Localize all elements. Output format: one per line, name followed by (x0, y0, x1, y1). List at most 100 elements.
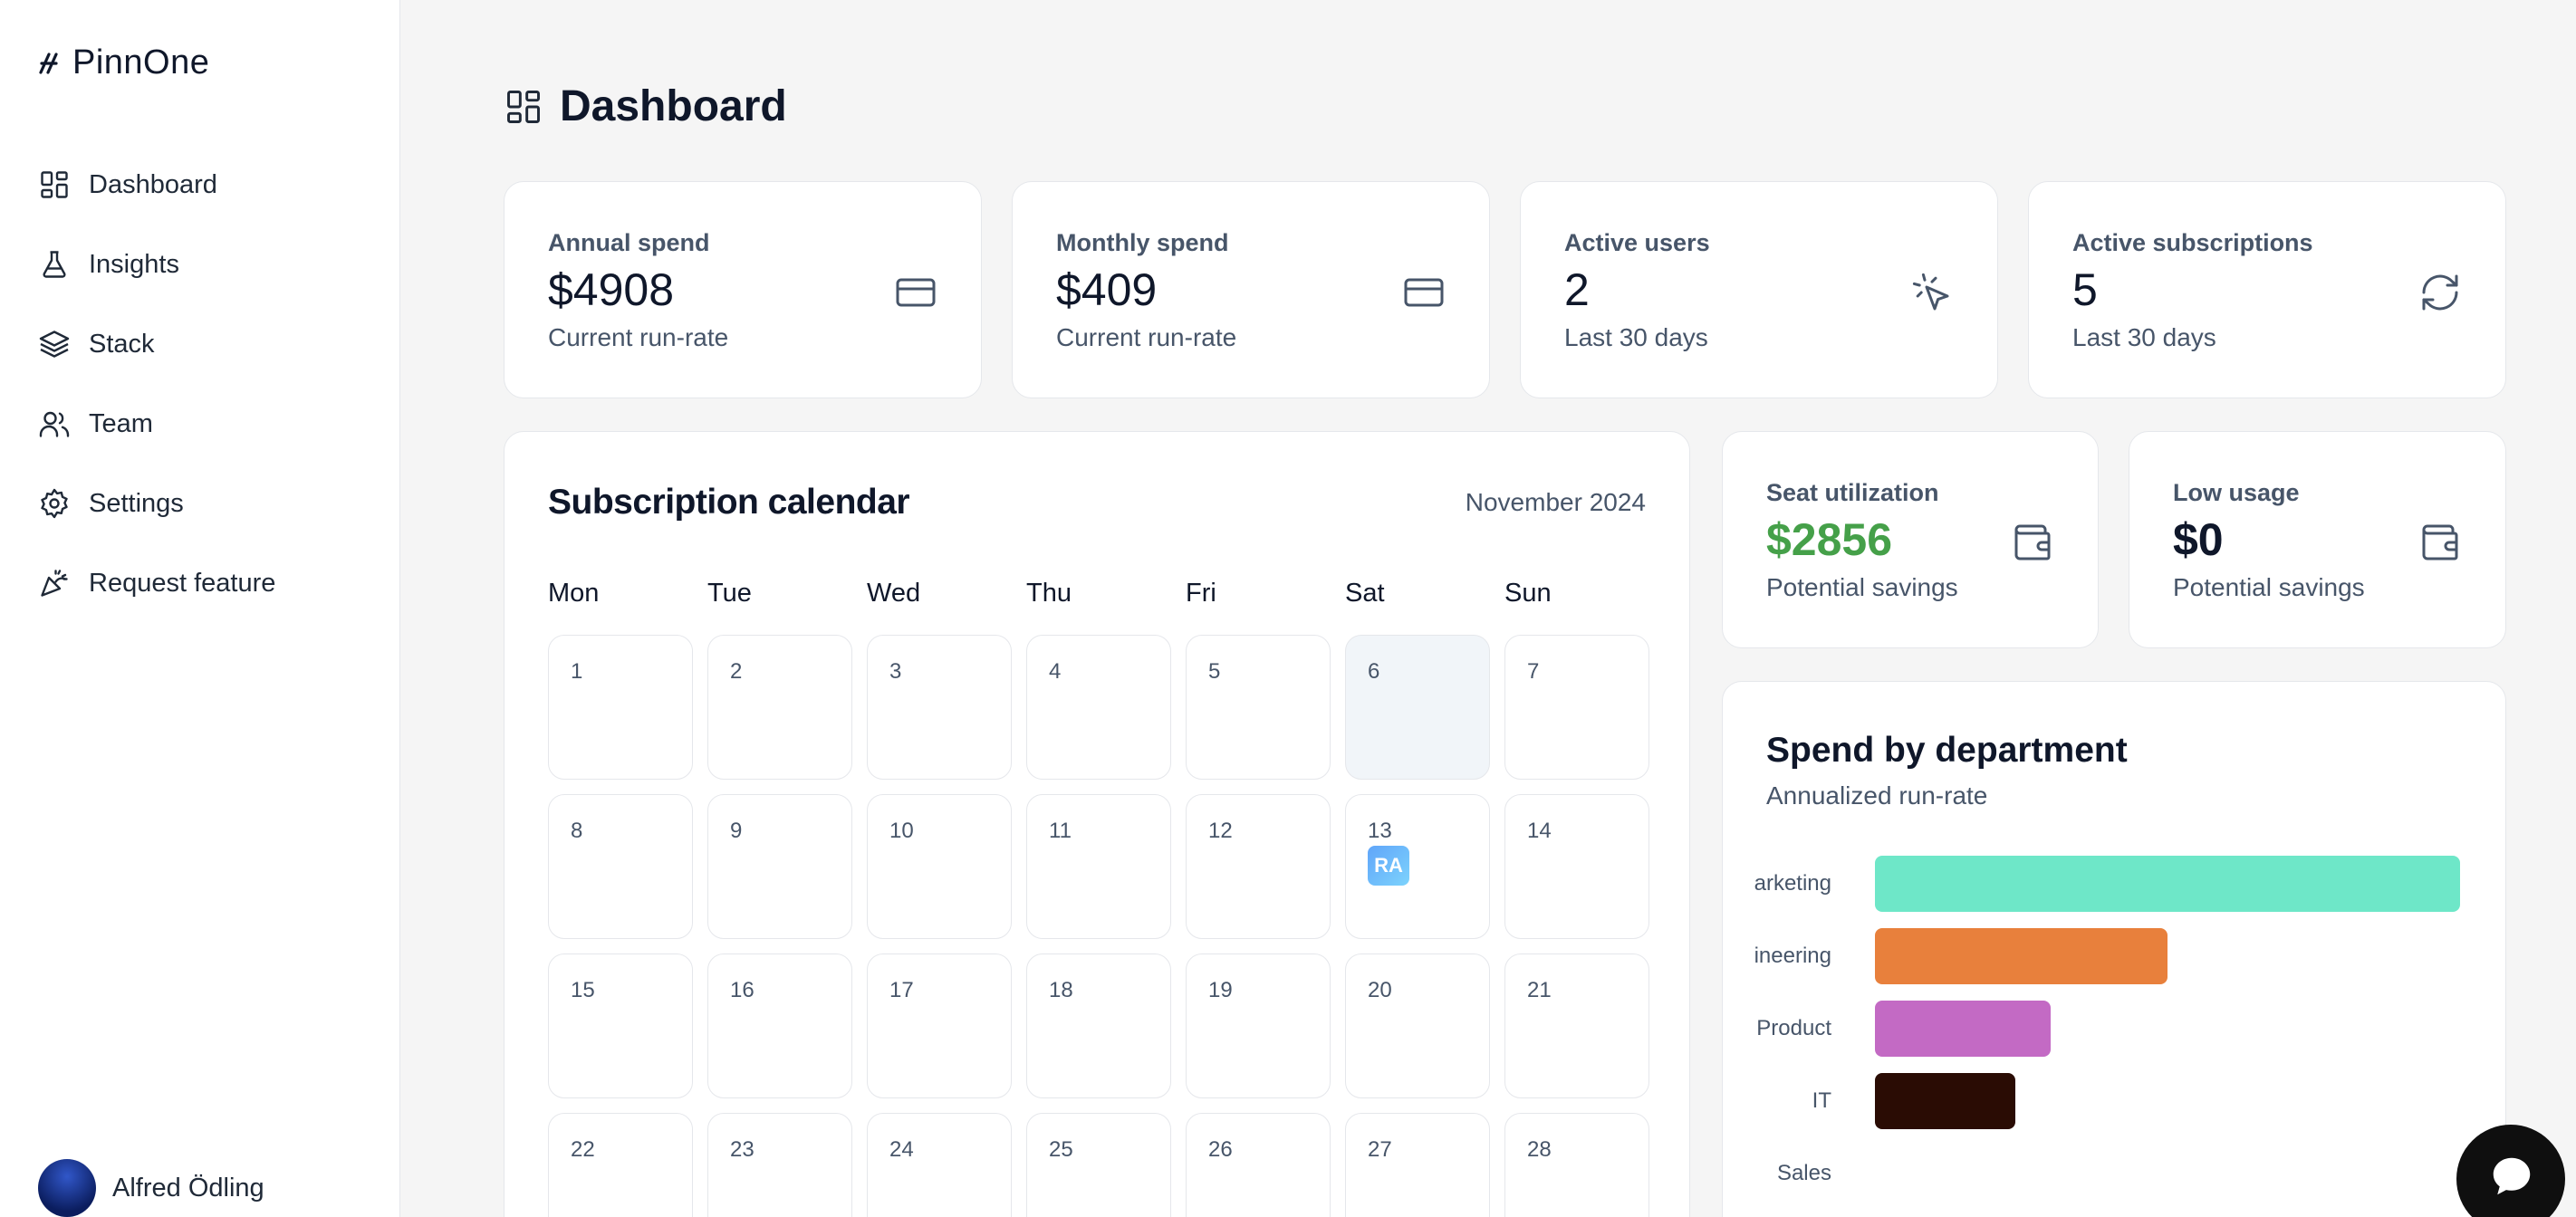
sidebar-item-settings[interactable]: Settings (38, 464, 275, 543)
sidebar-item-stack[interactable]: Stack (38, 304, 275, 384)
calendar-day[interactable]: 1 (548, 635, 693, 780)
sidebar-item-label: Insights (89, 249, 179, 279)
calendar-day[interactable]: 14 (1504, 794, 1649, 939)
sidebar-item-label: Request feature (89, 568, 276, 598)
calendar-day[interactable]: 21 (1504, 953, 1649, 1098)
gear-icon (41, 488, 68, 519)
calendar-day[interactable]: 28 (1504, 1113, 1649, 1217)
credit-card-icon (896, 278, 936, 307)
calendar-day[interactable]: 24 (867, 1113, 1012, 1217)
calendar-day[interactable]: 11 (1026, 794, 1171, 939)
user-profile[interactable]: Alfred Ödling (38, 1159, 264, 1217)
bar-label: Sales (1776, 1161, 1831, 1185)
calendar-day-number: 16 (730, 978, 755, 1002)
calendar-day[interactable]: 13 RA (1345, 794, 1490, 939)
brand-logo[interactable]: PinnOne (38, 43, 209, 82)
calendar-day-number: 12 (1208, 819, 1233, 843)
calendar-day[interactable]: 12 (1186, 794, 1331, 939)
calendar-month: November 2024 (1465, 488, 1646, 516)
calendar-day[interactable]: 8 (548, 794, 693, 939)
chart-subtitle: Annualized run-rate (1766, 781, 1988, 810)
calendar-day[interactable]: 19 (1186, 953, 1331, 1098)
calendar-day-number: 26 (1208, 1137, 1233, 1162)
savings-value: $0 (2173, 514, 2224, 565)
weekday-header: Tue (707, 579, 752, 608)
calendar-day[interactable]: 7 (1504, 635, 1649, 780)
calendar-day[interactable]: 26 (1186, 1113, 1331, 1217)
sidebar-item-label: Stack (89, 329, 155, 359)
calendar-day-number: 19 (1208, 978, 1233, 1002)
spend-by-department-card: Spend by department Annualized run-rate … (1722, 681, 2506, 1217)
layout-grid-icon (507, 90, 540, 123)
stat-value: 2 (1564, 264, 1590, 315)
sidebar-item-label: Settings (89, 488, 184, 518)
stat-card-monthly-spend: Monthly spend $409 Current run-rate (1012, 181, 1490, 398)
subscription-calendar: Subscription calendar November 2024 Mon T… (504, 431, 1690, 1217)
sidebar-item-team[interactable]: Team (38, 384, 275, 464)
calendar-day[interactable]: 9 (707, 794, 852, 939)
sidebar-item-dashboard[interactable]: Dashboard (38, 145, 275, 225)
calendar-day[interactable]: 10 (867, 794, 1012, 939)
calendar-day-number: 4 (1049, 659, 1062, 684)
calendar-day-number: 10 (889, 819, 914, 843)
calendar-day-number: 25 (1049, 1137, 1073, 1162)
calendar-day[interactable]: 3 (867, 635, 1012, 780)
calendar-day-number: 21 (1527, 978, 1552, 1002)
stat-label: Active users (1564, 229, 1710, 256)
credit-card-icon (1404, 278, 1444, 307)
sidebar-item-request-feature[interactable]: Request feature (38, 543, 275, 623)
savings-card-low-usage: Low usage $0 Potential savings (2129, 431, 2506, 648)
sidebar-nav: Dashboard Insights Stack Team Settings R… (38, 145, 275, 623)
refresh-icon (2422, 274, 2458, 311)
bar-marketing[interactable] (1875, 856, 2460, 912)
wallet-icon (2014, 524, 2051, 561)
calendar-day-number: 28 (1527, 1137, 1552, 1162)
bar-product[interactable] (1875, 1001, 2051, 1057)
party-popper-icon (41, 570, 68, 597)
sidebar-item-insights[interactable]: Insights (38, 225, 275, 304)
calendar-day[interactable]: 6 (1345, 635, 1490, 780)
calendar-day[interactable]: 5 (1186, 635, 1331, 780)
calendar-day[interactable]: 25 (1026, 1113, 1171, 1217)
calendar-day[interactable]: 2 (707, 635, 852, 780)
pinnone-logo-icon (39, 52, 58, 74)
calendar-day-number: 1 (571, 659, 583, 684)
calendar-day[interactable]: 23 (707, 1113, 852, 1217)
calendar-day-number: 23 (730, 1137, 755, 1162)
pointer-click-icon (1912, 273, 1949, 311)
calendar-day[interactable]: 27 (1345, 1113, 1490, 1217)
bar-label: arketing (1754, 871, 1831, 896)
calendar-day-number: 20 (1368, 978, 1392, 1002)
sidebar: PinnOne Dashboard Insights Stack Team Se… (0, 0, 400, 1217)
stat-subtitle: Current run-rate (548, 323, 729, 351)
stat-subtitle: Current run-rate (1056, 323, 1237, 351)
savings-label: Low usage (2173, 479, 2300, 506)
bar-engineering[interactable] (1875, 928, 2167, 984)
stat-value: 5 (2072, 264, 2098, 315)
calendar-day-number: 9 (730, 819, 743, 843)
stat-label: Annual spend (548, 229, 710, 256)
calendar-day[interactable]: 15 (548, 953, 693, 1098)
stat-card-annual-spend: Annual spend $4908 Current run-rate (504, 181, 982, 398)
savings-value: $2856 (1766, 514, 1893, 565)
bar-it[interactable] (1875, 1073, 2016, 1129)
users-icon (39, 411, 70, 437)
bar-label: Product (1756, 1016, 1831, 1040)
calendar-day-number: 13 (1368, 819, 1392, 843)
savings-label: Seat utilization (1766, 479, 1939, 506)
stat-label: Monthly spend (1056, 229, 1229, 256)
calendar-day[interactable]: 4 (1026, 635, 1171, 780)
calendar-day[interactable]: 18 (1026, 953, 1171, 1098)
calendar-day[interactable]: 17 (867, 953, 1012, 1098)
sidebar-item-label: Team (89, 408, 153, 438)
calendar-day[interactable]: 22 (548, 1113, 693, 1217)
weekday-header: Sun (1504, 579, 1552, 608)
main-content: Dashboard Annual spend $4908 Current run… (400, 0, 2576, 1217)
calendar-day-number: 7 (1527, 659, 1540, 684)
calendar-day[interactable]: 20 (1345, 953, 1490, 1098)
savings-card-seat-utilization: Seat utilization $2856 Potential savings (1722, 431, 2099, 648)
stat-subtitle: Last 30 days (1564, 323, 1708, 351)
calendar-day[interactable]: 16 (707, 953, 852, 1098)
subscription-event-chip[interactable]: RA (1368, 846, 1409, 886)
page-header: Dashboard (504, 81, 787, 131)
